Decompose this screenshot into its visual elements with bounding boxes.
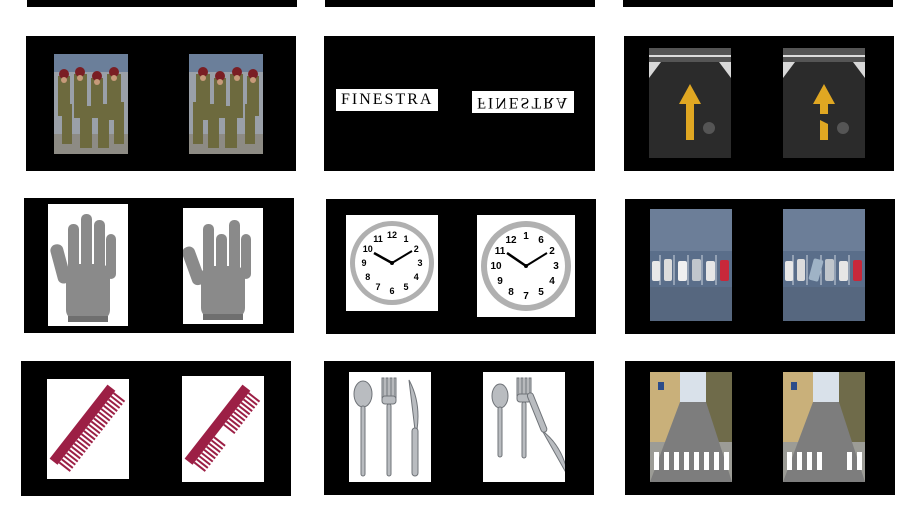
clock-numeral: 7 [523,291,529,302]
panel-clocks: 12 1 2 3 4 5 6 7 8 9 10 11 1 6 2 3 4 5 7 8 9 10 11 12 [326,199,596,334]
clock-numeral: 9 [361,258,366,268]
panel-top-left [27,0,297,7]
clock-numeral: 8 [365,272,370,282]
clock-numeral: 4 [549,276,555,287]
clock-photo-left: 12 1 2 3 4 5 6 7 8 9 10 11 [346,215,438,311]
cutlery-photo-left [349,372,431,482]
clock-numeral: 11 [373,234,383,244]
comb-photo-left [47,379,129,479]
panel-parking [625,199,895,334]
clock-numeral: 12 [505,235,517,246]
clock-numeral: 4 [414,272,419,282]
clock-numeral: 1 [523,231,529,242]
panel-gloves [24,198,294,333]
panel-road-arrow [624,36,894,171]
clock-numeral: 10 [363,244,373,254]
glove-photo-left [48,204,128,326]
panel-top-right [623,0,893,7]
street-photo-right [783,372,865,482]
comb-photo-right [182,376,264,482]
clock-numeral: 2 [414,244,419,254]
clock-numeral: 7 [375,282,380,292]
clock-numeral: 3 [417,258,422,268]
parking-photo-left [650,209,732,321]
clock-numeral: 11 [495,246,506,257]
soldiers-photo-right [189,54,263,154]
word-left: FINESTRA [336,89,439,111]
panel-cutlery [324,361,594,495]
clock-numeral: 1 [403,234,408,244]
clock-numeral: 6 [389,286,394,296]
clock-numeral: 6 [538,235,544,246]
road-arrow-photo-left [649,48,731,158]
clock-numeral: 10 [490,261,502,272]
clock-numeral: 9 [497,276,503,287]
clock-numeral: 5 [403,282,408,292]
clock-numeral: 5 [538,287,544,298]
clock-numeral: 2 [549,246,555,257]
panel-soldiers [26,36,296,171]
clock-numeral: 8 [508,287,514,298]
cutlery-photo-right [483,372,565,482]
clock-numeral: 3 [553,261,559,272]
panel-combs [21,361,291,496]
clock-numeral: 12 [387,230,397,240]
road-arrow-photo-right [783,48,865,158]
soldiers-photo-left [54,54,128,154]
street-photo-left [650,372,732,482]
word-right-flipped: FINESTRA [472,91,575,113]
panel-top-middle [325,0,595,7]
clock-photo-right: 1 6 2 3 4 5 7 8 9 10 11 12 [477,215,575,317]
panel-word: FINESTRA FINESTRA [324,36,595,171]
panel-street [625,361,895,495]
parking-photo-right [783,209,865,321]
glove-photo-right [183,208,263,324]
